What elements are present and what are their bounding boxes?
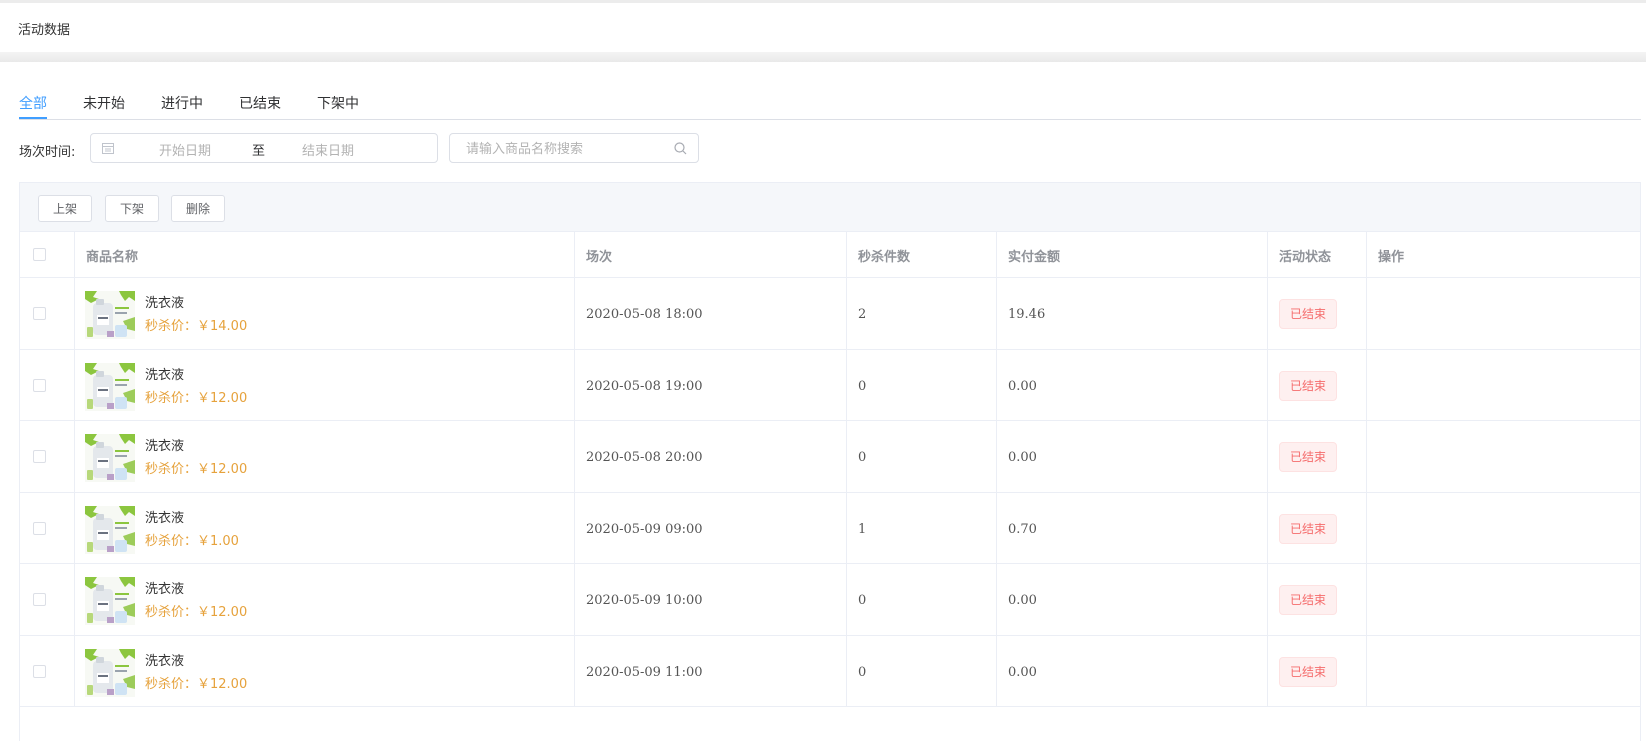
column-header-status: 活动状态 xyxy=(1279,250,1332,265)
column-header-count: 秒杀件数 xyxy=(858,250,911,265)
tab-not-started[interactable]: 未开始 xyxy=(83,93,125,113)
seckill-price: 秒杀价：￥12.00 xyxy=(145,462,248,477)
column-header-product: 商品名称 xyxy=(86,250,139,265)
status-badge: 已结束 xyxy=(1279,442,1338,472)
session-time: 2020-05-08 20:00 xyxy=(586,450,703,465)
paid-amount: 19.46 xyxy=(1008,307,1046,322)
select-all-checkbox[interactable] xyxy=(33,248,46,261)
product-thumbnail xyxy=(85,434,135,482)
search-input[interactable] xyxy=(451,135,678,163)
column-header-session: 场次 xyxy=(586,250,613,265)
status-tabs: 全部 未开始 进行中 已结束 下架中 xyxy=(19,89,1641,120)
status-badge: 已结束 xyxy=(1279,513,1338,544)
seckill-count: 0 xyxy=(858,450,867,465)
bulk-actions-toolbar: 上架 下架 删除 xyxy=(19,182,1641,231)
delete-button[interactable]: 删除 xyxy=(171,195,225,222)
table-row: 洗衣液 秒杀价：￥12.00 2020-05-09 10:00 0 0.00 已… xyxy=(20,564,1640,636)
session-time: 2020-05-09 10:00 xyxy=(586,593,703,608)
status-badge: 已结束 xyxy=(1279,656,1338,687)
paid-amount: 0.00 xyxy=(1008,378,1037,394)
top-bar: 活动数据 xyxy=(0,0,1646,52)
status-badge: 已结束 xyxy=(1279,299,1338,329)
calendar-icon xyxy=(102,143,114,154)
table-row: 洗衣液 秒杀价：￥12.00 2020-05-08 19:00 0 0.00 已… xyxy=(20,349,1640,421)
product-name: 洗衣液 xyxy=(145,439,185,454)
row-actions xyxy=(1367,278,1640,349)
product-name: 洗衣液 xyxy=(145,653,185,669)
seckill-count: 0 xyxy=(858,378,867,394)
row-checkbox[interactable] xyxy=(33,593,46,606)
tab-ended[interactable]: 已结束 xyxy=(239,93,281,113)
paid-amount: 0.00 xyxy=(1008,593,1037,608)
paid-amount: 0.00 xyxy=(1008,450,1037,465)
tab-all[interactable]: 全部 xyxy=(19,93,47,113)
seckill-price: 秒杀价：￥1.00 xyxy=(145,533,239,549)
page-title: 活动数据 xyxy=(18,23,71,38)
session-time-label: 场次时间: xyxy=(19,145,76,160)
product-name: 洗衣液 xyxy=(145,582,185,597)
session-time: 2020-05-08 18:00 xyxy=(586,307,703,322)
seckill-price: 秒杀价：￥12.00 xyxy=(145,605,248,620)
tab-in-progress[interactable]: 进行中 xyxy=(161,93,203,113)
seckill-price: 秒杀价：￥12.00 xyxy=(145,390,248,406)
session-time: 2020-05-09 09:00 xyxy=(586,521,703,537)
activity-table: 商品名称 场次 秒杀件数 实付金额 活动状态 操作 洗衣液 秒杀价：￥14.00… xyxy=(19,231,1641,741)
row-checkbox[interactable] xyxy=(33,664,46,678)
seckill-price: 秒杀价：￥12.00 xyxy=(145,676,248,692)
row-checkbox[interactable] xyxy=(33,521,46,535)
row-checkbox[interactable] xyxy=(33,378,46,392)
session-time: 2020-05-08 19:00 xyxy=(586,378,703,394)
row-actions xyxy=(1367,493,1640,564)
row-checkbox[interactable] xyxy=(33,450,46,463)
active-tab-indicator xyxy=(19,117,47,119)
product-thumbnail xyxy=(85,648,135,697)
product-name: 洗衣液 xyxy=(145,367,185,383)
table-row: 洗衣液 秒杀价：￥12.00 2020-05-09 11:00 0 0.00 已… xyxy=(20,635,1640,707)
date-range-picker[interactable]: 开始日期 至 结束日期 xyxy=(90,133,438,163)
row-actions xyxy=(1367,564,1640,635)
seckill-count: 0 xyxy=(858,664,867,680)
table-header: 商品名称 场次 秒杀件数 实付金额 活动状态 操作 xyxy=(20,232,1640,278)
end-date-input[interactable]: 结束日期 xyxy=(302,140,412,159)
product-thumbnail xyxy=(85,291,135,339)
seckill-count: 1 xyxy=(858,521,867,537)
column-header-actions: 操作 xyxy=(1378,250,1405,265)
seckill-count: 2 xyxy=(858,307,867,322)
product-name: 洗衣液 xyxy=(145,296,185,311)
table-row: 洗衣液 秒杀价：￥1.00 2020-05-09 09:00 1 0.70 已结… xyxy=(20,492,1640,564)
column-header-paid: 实付金额 xyxy=(1008,250,1061,265)
search-icon[interactable] xyxy=(674,142,687,155)
header-divider xyxy=(0,52,1646,62)
product-thumbnail xyxy=(85,577,135,625)
list-button[interactable]: 上架 xyxy=(38,195,92,222)
table-row: 洗衣液 秒杀价：￥12.00 2020-05-08 20:00 0 0.00 已… xyxy=(20,421,1640,493)
main-panel: 全部 未开始 进行中 已结束 下架中 场次时间: 开始日期 至 结束日期 上架 … xyxy=(0,62,1646,741)
product-thumbnail xyxy=(85,505,135,554)
row-actions xyxy=(1367,421,1640,492)
row-actions xyxy=(1367,350,1640,421)
session-time: 2020-05-09 11:00 xyxy=(586,664,703,680)
seckill-count: 0 xyxy=(858,593,867,608)
paid-amount: 0.70 xyxy=(1008,521,1037,537)
delist-button[interactable]: 下架 xyxy=(105,195,159,222)
range-separator: 至 xyxy=(252,144,266,159)
product-name: 洗衣液 xyxy=(145,510,185,526)
tab-delisted[interactable]: 下架中 xyxy=(317,93,359,113)
product-search xyxy=(449,133,699,163)
status-badge: 已结束 xyxy=(1279,585,1338,615)
seckill-price: 秒杀价：￥14.00 xyxy=(145,319,248,334)
row-checkbox[interactable] xyxy=(33,307,46,320)
paid-amount: 0.00 xyxy=(1008,664,1037,680)
status-badge: 已结束 xyxy=(1279,370,1338,401)
product-thumbnail xyxy=(85,362,135,411)
table-row: 洗衣液 秒杀价：￥14.00 2020-05-08 18:00 2 19.46 … xyxy=(20,278,1640,350)
row-actions xyxy=(1367,636,1640,707)
